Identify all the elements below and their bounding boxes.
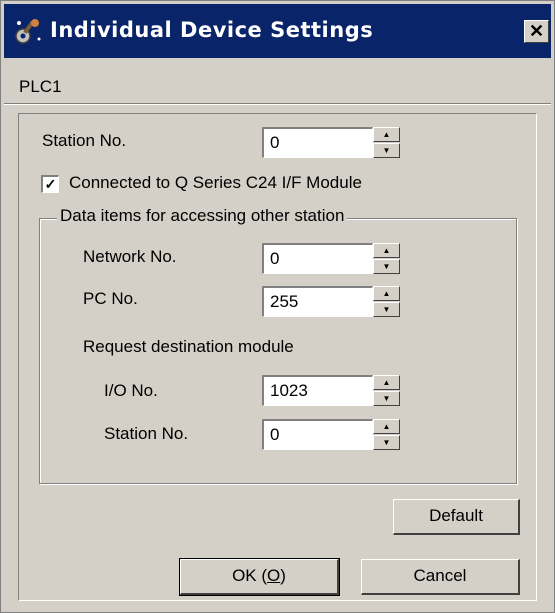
group-station-no-input[interactable]: 0 [262,419,373,450]
station-no-label: Station No. [42,131,127,150]
group-title: Data items for accessing other station [57,206,348,226]
spin-up-button[interactable]: ▲ [373,375,400,390]
io-no-spin-buttons: ▲ ▼ [373,375,400,406]
spin-down-button[interactable]: ▼ [373,259,400,274]
device-name: PLC1 [19,77,62,96]
dialog-window: Individual Device Settings ✕ PLC1 Statio… [0,0,555,613]
group-station-no-spin-buttons: ▲ ▼ [373,419,400,450]
spin-up-button[interactable]: ▲ [373,419,400,434]
network-no-spin-buttons: ▲ ▼ [373,243,400,274]
spin-down-button[interactable]: ▼ [373,391,400,406]
spin-up-button[interactable]: ▲ [373,286,400,301]
ok-label-suffix: ) [280,566,286,585]
divider [4,103,551,105]
spin-up-button[interactable]: ▲ [373,243,400,258]
station-no-input[interactable]: 0 [262,127,373,158]
close-button[interactable]: ✕ [524,20,549,43]
pc-no-spin-buttons: ▲ ▼ [373,286,400,317]
group-station-no-label: Station No. [104,424,189,443]
cancel-button[interactable]: Cancel [361,559,520,595]
ok-accelerator-key: O [267,566,281,585]
pc-no-input[interactable]: 255 [262,286,373,317]
station-no-spinner[interactable]: 0 ▲ ▼ [262,127,400,158]
network-no-label: Network No. [83,247,177,266]
spin-down-button[interactable]: ▼ [373,435,400,450]
q-series-checkbox[interactable]: ✓ [41,175,59,193]
spin-up-button[interactable]: ▲ [373,127,400,142]
pc-no-spinner[interactable]: 255 ▲ ▼ [262,286,400,317]
spin-down-button[interactable]: ▼ [373,143,400,158]
network-no-spinner[interactable]: 0 ▲ ▼ [262,243,400,274]
network-no-input[interactable]: 0 [262,243,373,274]
spin-down-button[interactable]: ▼ [373,302,400,317]
wrench-gear-icon [15,19,41,44]
window-title: Individual Device Settings [50,18,374,42]
close-icon: ✕ [528,21,545,41]
q-series-label[interactable]: Connected to Q Series C24 I/F Module [69,173,362,193]
io-no-spinner[interactable]: 1023 ▲ ▼ [262,375,400,406]
station-no-spin-buttons: ▲ ▼ [373,127,400,158]
title-bar[interactable]: Individual Device Settings ✕ [4,4,551,58]
io-no-input[interactable]: 1023 [262,375,373,406]
io-no-label: I/O No. [104,381,158,400]
ok-button[interactable]: OK (O) [179,558,340,596]
pc-no-label: PC No. [83,289,138,308]
group-station-no-spinner[interactable]: 0 ▲ ▼ [262,419,400,450]
default-button[interactable]: Default [393,499,520,535]
request-destination-label: Request destination module [83,337,294,356]
ok-label-prefix: OK ( [232,566,268,585]
